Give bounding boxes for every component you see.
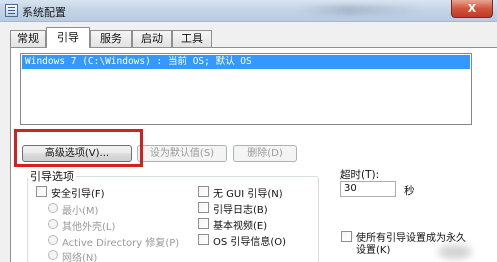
window-title: 系统配置	[22, 6, 66, 19]
advanced-options-button[interactable]: 高级选项(V)...	[22, 145, 132, 162]
minimal-radio[interactable]	[48, 203, 58, 213]
make-permanent-label-line2: 设置(K)	[356, 245, 391, 256]
close-button[interactable]: X	[451, 0, 493, 18]
safe-boot-label: 安全引导(F)	[51, 189, 105, 200]
os-list-item-selected[interactable]: Windows 7 (C:\Windows) : 当前 OS; 默认 OS	[22, 55, 470, 69]
boot-options-legend: 引导选项	[28, 168, 76, 184]
os-list[interactable]: Windows 7 (C:\Windows) : 当前 OS; 默认 OS	[20, 53, 472, 125]
tab-boot[interactable]: 引导	[46, 27, 90, 48]
tab-services[interactable]: 服务	[90, 30, 132, 47]
base-video-label: 基本视频(E)	[213, 221, 268, 232]
boot-log-checkbox[interactable]	[198, 202, 209, 213]
tab-startup[interactable]: 启动	[132, 30, 172, 47]
tab-general[interactable]: 常规	[10, 30, 46, 47]
alternate-shell-label: 其他外壳(L)	[62, 222, 116, 233]
network-radio[interactable]	[48, 250, 58, 260]
no-gui-boot-checkbox[interactable]	[198, 186, 209, 197]
no-gui-boot-label: 无 GUI 引导(N)	[213, 189, 283, 200]
os-boot-info-label: OS 引导信息(O)	[213, 237, 287, 248]
network-label: 网络(N)	[62, 253, 98, 262]
title-bar: 系统配置 X	[0, 0, 497, 22]
blurred-watermark	[438, 245, 472, 259]
delete-button[interactable]: 删除(D)	[233, 145, 297, 162]
base-video-checkbox[interactable]	[198, 218, 209, 229]
alternate-shell-radio[interactable]	[48, 219, 58, 229]
set-as-default-button[interactable]: 设为默认值(S)	[137, 145, 227, 162]
active-directory-repair-label: Active Directory 修复(P)	[62, 238, 180, 249]
timeout-label: 超时(T):	[340, 169, 380, 181]
make-permanent-checkbox[interactable]	[341, 231, 352, 242]
timeout-input[interactable]: 30	[340, 181, 396, 197]
safe-boot-checkbox[interactable]	[36, 186, 47, 197]
tab-tools[interactable]: 工具	[172, 30, 212, 47]
active-directory-repair-radio[interactable]	[48, 235, 58, 245]
boot-log-label: 引导日志(B)	[213, 205, 268, 216]
msconfig-app-icon	[5, 4, 18, 17]
minimal-label: 最小(M)	[62, 206, 99, 217]
title-bar-blur	[300, 5, 420, 15]
timeout-unit-label: 秒	[404, 185, 415, 197]
os-boot-info-checkbox[interactable]	[198, 234, 209, 245]
